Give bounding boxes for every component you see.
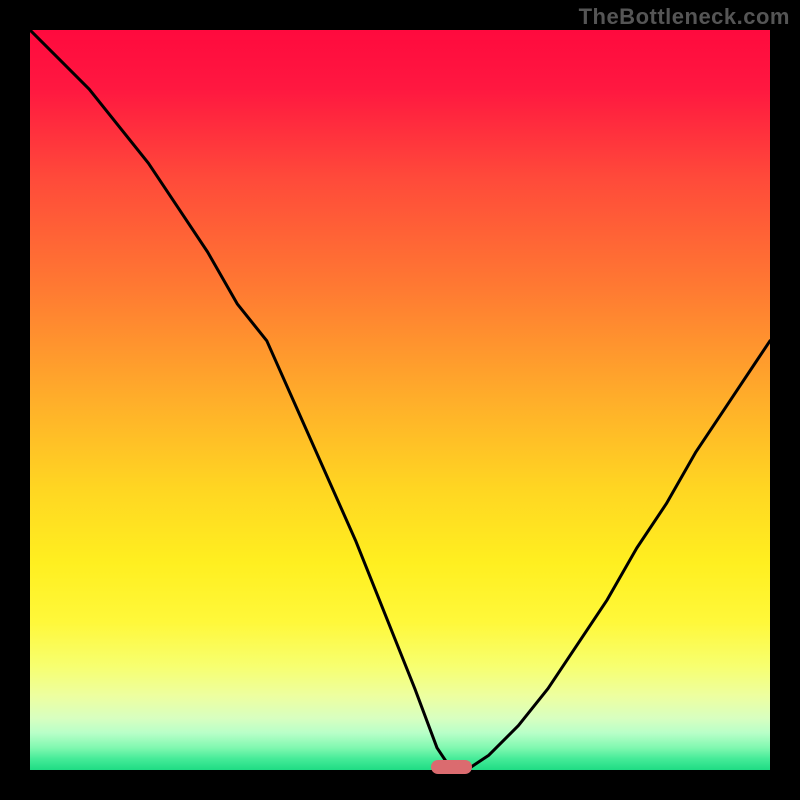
bottleneck-chart <box>30 30 770 770</box>
chart-frame: TheBottleneck.com <box>0 0 800 800</box>
plot-area <box>30 30 770 770</box>
gradient-background <box>30 30 770 770</box>
optimal-range-marker <box>431 760 472 774</box>
watermark-text: TheBottleneck.com <box>579 4 790 30</box>
